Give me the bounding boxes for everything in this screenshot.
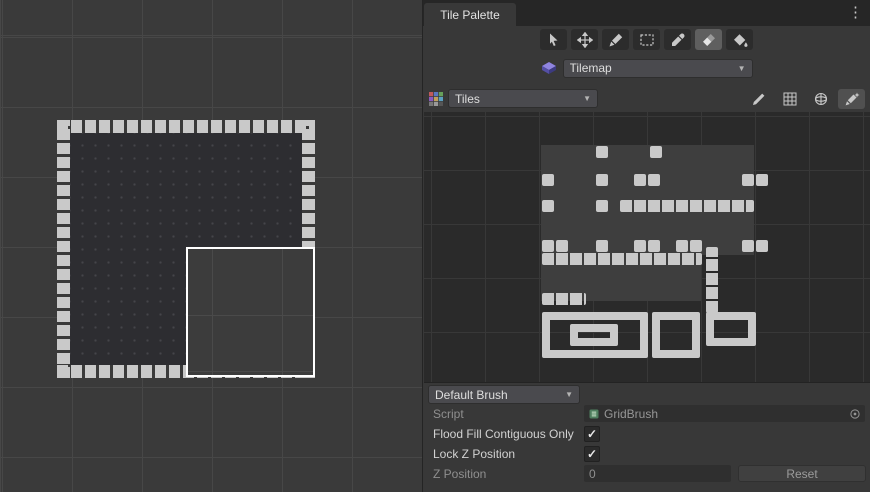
scene-view-canvas[interactable] xyxy=(0,0,422,492)
erase-tool-button[interactable] xyxy=(695,29,722,50)
eraser-icon xyxy=(701,32,717,48)
script-asset-icon xyxy=(588,408,600,420)
palette-tile[interactable] xyxy=(620,200,754,212)
pencil-icon xyxy=(751,91,767,107)
paint-brush-icon xyxy=(608,32,624,48)
palette-tile[interactable] xyxy=(706,247,718,313)
palette-tile[interactable] xyxy=(742,174,754,186)
palette-tile[interactable] xyxy=(542,253,702,265)
palette-tile[interactable] xyxy=(596,200,608,212)
select-tool-icon xyxy=(546,32,562,48)
palette-tile[interactable] xyxy=(596,240,608,252)
flood-fill-label: Flood Fill Contiguous Only xyxy=(433,427,574,441)
edit-palette-button[interactable] xyxy=(745,89,772,109)
box-fill-icon xyxy=(639,32,655,48)
lock-z-checkbox[interactable]: ✓ xyxy=(584,446,600,462)
palette-grid-canvas[interactable] xyxy=(424,112,870,383)
kebab-menu-icon[interactable]: ⋮ xyxy=(848,4,863,22)
palette-tile[interactable] xyxy=(690,240,702,252)
chevron-down-icon: ▼ xyxy=(730,64,746,73)
script-value: GridBrush xyxy=(604,407,845,421)
palette-tile[interactable] xyxy=(676,240,688,252)
z-position-label: Z Position xyxy=(433,467,486,481)
chevron-down-icon: ▼ xyxy=(575,94,591,103)
palette-tile[interactable] xyxy=(542,240,554,252)
unity-tile-palette-window: Tile Palette ⋮ xyxy=(0,0,870,492)
tab-tile-palette[interactable]: Tile Palette xyxy=(424,3,516,26)
panel-header: Tile Palette ⋮ xyxy=(423,0,870,26)
palette-icon xyxy=(428,91,444,107)
box-fill-tool-button[interactable] xyxy=(633,29,660,50)
palette-tile[interactable] xyxy=(596,146,608,158)
palette-tile[interactable] xyxy=(542,293,586,305)
palette-tile[interactable] xyxy=(542,200,554,212)
palette-tile[interactable] xyxy=(648,174,660,186)
pick-tool-button[interactable] xyxy=(664,29,691,50)
chevron-down-icon: ▼ xyxy=(557,390,573,399)
palette-tile[interactable] xyxy=(556,240,568,252)
palette-dropdown[interactable]: Tiles ▼ xyxy=(448,89,598,108)
paint-bucket-icon xyxy=(732,32,748,48)
room-border-top xyxy=(57,120,315,133)
move-tool-icon xyxy=(577,32,593,48)
palette-tile[interactable] xyxy=(706,312,756,346)
brush-settings-icon xyxy=(844,91,860,107)
tile-palette-toolbar xyxy=(423,29,870,51)
active-target-row: Tilemap ▼ xyxy=(423,58,870,78)
eyedropper-icon xyxy=(670,32,686,48)
paint-tool-button[interactable] xyxy=(602,29,629,50)
brush-settings-button[interactable] xyxy=(838,89,865,109)
palette-selector-row: Tiles ▼ xyxy=(428,88,865,109)
fill-tool-button[interactable] xyxy=(726,29,753,50)
check-icon: ✓ xyxy=(587,428,597,440)
check-icon: ✓ xyxy=(587,448,597,460)
reset-button-label: Reset xyxy=(786,467,817,481)
object-picker-icon[interactable] xyxy=(849,408,861,420)
palette-tile[interactable] xyxy=(648,240,660,252)
z-position-field[interactable]: 0 xyxy=(584,465,731,482)
move-tool-button[interactable] xyxy=(571,29,598,50)
palette-tile[interactable] xyxy=(634,174,646,186)
palette-tile[interactable] xyxy=(742,240,754,252)
brush-selection-rect xyxy=(186,247,315,377)
palette-tile[interactable] xyxy=(756,174,768,186)
brush-type-dropdown[interactable]: Default Brush ▼ xyxy=(428,385,580,404)
lock-z-label: Lock Z Position xyxy=(433,447,515,461)
palette-tile[interactable] xyxy=(596,174,608,186)
palette-tile[interactable] xyxy=(652,312,700,358)
script-object-field[interactable]: GridBrush xyxy=(584,405,865,422)
z-position-value: 0 xyxy=(589,467,596,481)
tilemap-icon xyxy=(541,60,557,76)
palette-tile[interactable] xyxy=(570,324,618,346)
tile-palette-panel: Tile Palette ⋮ xyxy=(422,0,870,492)
reset-button[interactable]: Reset xyxy=(738,465,866,482)
grid-toggle-button[interactable] xyxy=(776,89,803,109)
tab-title: Tile Palette xyxy=(440,8,500,22)
room-border-left xyxy=(57,120,70,378)
gizmos-toggle-button[interactable] xyxy=(807,89,834,109)
select-tool-button[interactable] xyxy=(540,29,567,50)
brush-type-value: Default Brush xyxy=(435,388,508,402)
palette-tile[interactable] xyxy=(634,240,646,252)
palette-tile[interactable] xyxy=(756,240,768,252)
palette-tile[interactable] xyxy=(542,174,554,186)
gizmos-icon xyxy=(813,91,829,107)
active-tilemap-value: Tilemap xyxy=(570,61,612,75)
palette-art xyxy=(424,112,870,382)
palette-tile[interactable] xyxy=(650,146,662,158)
active-tilemap-dropdown[interactable]: Tilemap ▼ xyxy=(563,59,753,78)
flood-fill-checkbox[interactable]: ✓ xyxy=(584,426,600,442)
grid-icon xyxy=(782,91,798,107)
palette-dropdown-value: Tiles xyxy=(455,92,480,106)
script-label: Script xyxy=(433,407,464,421)
